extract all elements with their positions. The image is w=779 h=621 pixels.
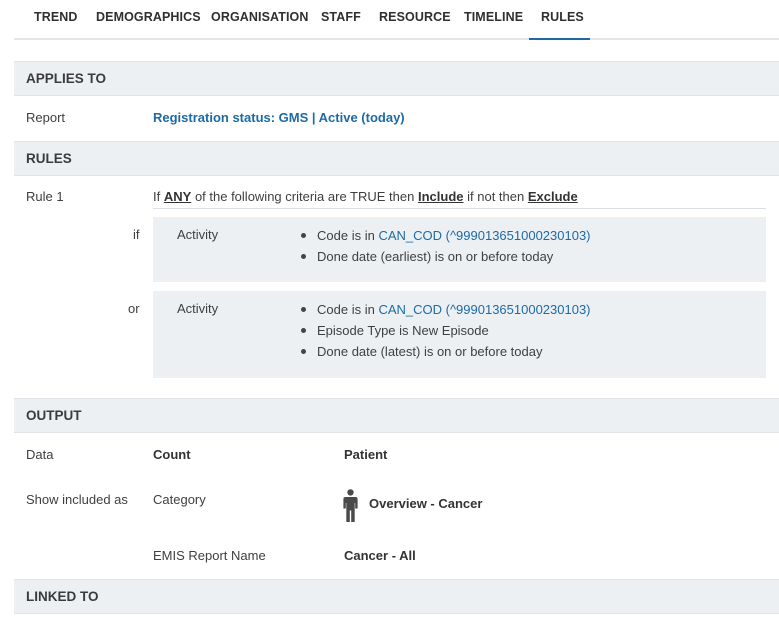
criterion-code-prefix: Code is in [317, 228, 375, 243]
rule-then-action: Include [417, 189, 464, 204]
data-type: Count [153, 447, 191, 462]
connector-or: or [128, 301, 140, 316]
linked-to-header: LINKED TO [14, 579, 779, 614]
rule-quantifier: ANY [163, 189, 192, 204]
data-label: Data [26, 447, 54, 462]
criterion-date: Done date (earliest) is on or before tod… [301, 246, 591, 267]
criterion-episode: Episode Type is New Episode [301, 320, 591, 341]
code-list-link[interactable]: CAN_COD (^999013651000230103) [378, 302, 590, 317]
tab-demographics[interactable]: DEMOGRAPHICS [96, 0, 201, 40]
code-list-link[interactable]: CAN_COD (^999013651000230103) [378, 228, 590, 243]
tab-organisation[interactable]: ORGANISATION [211, 0, 309, 40]
category-label: Category [153, 492, 206, 507]
person-icon [343, 489, 358, 522]
tab-trend[interactable]: TREND [34, 0, 78, 40]
rule-prefix: If [153, 189, 161, 204]
output-header: OUTPUT [14, 398, 779, 433]
rule-middle: of the following criteria are TRUE then [194, 189, 415, 204]
criterion-code: Code is in CAN_COD (^999013651000230103) [301, 299, 591, 320]
tab-timeline[interactable]: TIMELINE [464, 0, 523, 40]
report-label: Report [26, 110, 66, 125]
criterion-code: Code is in CAN_COD (^999013651000230103) [301, 225, 591, 246]
criteria-list-1: Code is in CAN_COD (^999013651000230103)… [301, 225, 591, 267]
rule-else-text: if not then [467, 189, 525, 204]
show-included-label: Show included as [26, 492, 128, 507]
applies-to-header: APPLIES TO [14, 61, 779, 96]
tab-bar: TREND DEMOGRAPHICS ORGANISATION STAFF RE… [14, 0, 779, 40]
rule-divider [153, 208, 766, 209]
report-link[interactable]: Registration status: GMS | Active (today… [153, 110, 405, 125]
tab-staff[interactable]: STAFF [321, 0, 361, 40]
report-name-label: EMIS Report Name [153, 548, 266, 563]
rule-sentence: If ANY of the following criteria are TRU… [153, 189, 578, 204]
tab-rules[interactable]: RULES [529, 0, 590, 40]
criterion-date: Done date (latest) is on or before today [301, 341, 591, 362]
data-value: Patient [344, 447, 388, 462]
rule-else-action: Exclude [527, 189, 578, 204]
rule-label: Rule 1 [26, 189, 64, 204]
criteria-list-2: Code is in CAN_COD (^999013651000230103)… [301, 299, 591, 362]
tab-resource[interactable]: RESOURCE [379, 0, 451, 40]
criteria-type: Activity [177, 227, 219, 242]
category-value: Overview - Cancer [369, 496, 483, 511]
report-name-value: Cancer - All [344, 548, 416, 563]
criteria-type: Activity [177, 301, 219, 316]
criterion-code-prefix: Code is in [317, 302, 375, 317]
rules-header: RULES [14, 141, 779, 176]
connector-if: if [133, 227, 140, 242]
